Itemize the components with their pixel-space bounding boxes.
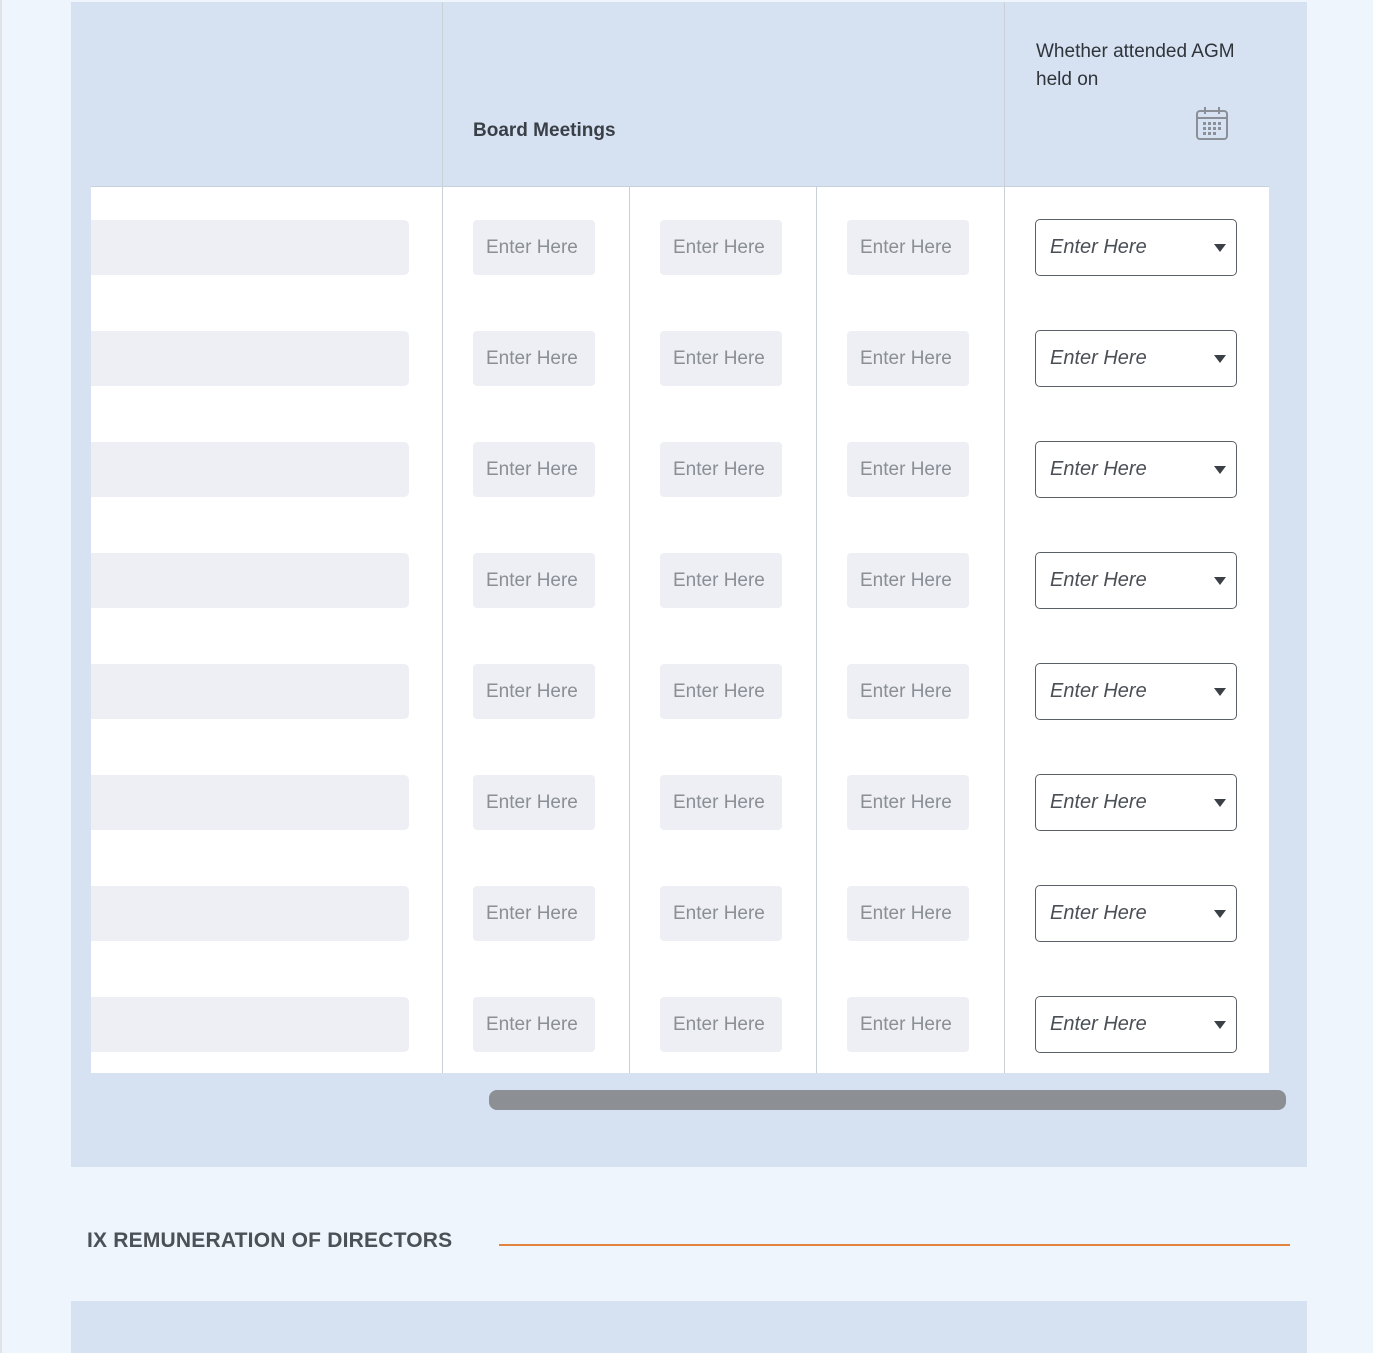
agm-attended-select[interactable]: Enter Here bbox=[1035, 996, 1237, 1053]
meeting-3-input[interactable]: Enter Here bbox=[847, 664, 969, 719]
section-divider bbox=[499, 1244, 1290, 1246]
director-name-input[interactable] bbox=[91, 664, 409, 719]
agm-attended-select[interactable]: Enter Here bbox=[1035, 552, 1237, 609]
caret-down-icon bbox=[1214, 1021, 1226, 1029]
agm-attended-select[interactable]: Enter Here bbox=[1035, 663, 1237, 720]
table-row: Enter Here Enter Here Enter Here Enter H… bbox=[91, 441, 1269, 500]
agm-select-value: Enter Here bbox=[1050, 1013, 1147, 1035]
table-row: Enter Here Enter Here Enter Here Enter H… bbox=[91, 330, 1269, 389]
meeting-2-input[interactable]: Enter Here bbox=[660, 331, 782, 386]
meeting-2-input[interactable]: Enter Here bbox=[660, 442, 782, 497]
director-name-input[interactable] bbox=[91, 331, 409, 386]
meeting-1-input[interactable]: Enter Here bbox=[473, 220, 595, 275]
table-body: Enter Here Enter Here Enter Here Enter H… bbox=[91, 187, 1269, 1073]
header-divider bbox=[1004, 2, 1005, 186]
meeting-3-input[interactable]: Enter Here bbox=[847, 331, 969, 386]
meeting-3-input[interactable]: Enter Here bbox=[847, 442, 969, 497]
agm-header: Whether attended AGM held on bbox=[1036, 41, 1235, 90]
director-name-input[interactable] bbox=[91, 775, 409, 830]
meeting-3-input[interactable]: Enter Here bbox=[847, 775, 969, 830]
caret-down-icon bbox=[1214, 244, 1226, 252]
director-name-input[interactable] bbox=[91, 220, 409, 275]
page-edge bbox=[0, 0, 2, 1353]
caret-down-icon bbox=[1214, 799, 1226, 807]
agm-select-value: Enter Here bbox=[1050, 236, 1147, 258]
caret-down-icon bbox=[1214, 355, 1226, 363]
table-row: Enter Here Enter Here Enter Here Enter H… bbox=[91, 996, 1269, 1055]
board-meetings-header: Board Meetings bbox=[473, 120, 616, 141]
meeting-1-input[interactable]: Enter Here bbox=[473, 331, 595, 386]
meeting-3-input[interactable]: Enter Here bbox=[847, 553, 969, 608]
caret-down-icon bbox=[1214, 466, 1226, 474]
attendance-panel: Board Meetings Whether attended AGM held… bbox=[71, 2, 1307, 1167]
table-row: Enter Here Enter Here Enter Here Enter H… bbox=[91, 219, 1269, 278]
header-divider bbox=[442, 2, 443, 186]
meeting-2-input[interactable]: Enter Here bbox=[660, 886, 782, 941]
remuneration-panel bbox=[71, 1301, 1307, 1353]
meeting-1-input[interactable]: Enter Here bbox=[473, 775, 595, 830]
director-name-input[interactable] bbox=[91, 553, 409, 608]
director-name-input[interactable] bbox=[91, 886, 409, 941]
meeting-3-input[interactable]: Enter Here bbox=[847, 220, 969, 275]
table-header: Board Meetings Whether attended AGM held… bbox=[91, 2, 1269, 187]
director-name-input[interactable] bbox=[91, 997, 409, 1052]
meeting-3-input[interactable]: Enter Here bbox=[847, 997, 969, 1052]
attendance-table: Board Meetings Whether attended AGM held… bbox=[91, 2, 1269, 1073]
calendar-icon[interactable] bbox=[1195, 106, 1229, 142]
caret-down-icon bbox=[1214, 577, 1226, 585]
meeting-2-input[interactable]: Enter Here bbox=[660, 553, 782, 608]
table-row: Enter Here Enter Here Enter Here Enter H… bbox=[91, 663, 1269, 722]
agm-attended-select[interactable]: Enter Here bbox=[1035, 774, 1237, 831]
meeting-2-input[interactable]: Enter Here bbox=[660, 664, 782, 719]
agm-select-value: Enter Here bbox=[1050, 680, 1147, 702]
agm-select-value: Enter Here bbox=[1050, 902, 1147, 924]
director-name-input[interactable] bbox=[91, 442, 409, 497]
agm-attended-select[interactable]: Enter Here bbox=[1035, 219, 1237, 276]
section-title: IX REMUNERATION OF DIRECTORS bbox=[87, 1229, 453, 1252]
meeting-1-input[interactable]: Enter Here bbox=[473, 553, 595, 608]
table-row: Enter Here Enter Here Enter Here Enter H… bbox=[91, 885, 1269, 944]
meeting-2-input[interactable]: Enter Here bbox=[660, 220, 782, 275]
agm-select-value: Enter Here bbox=[1050, 569, 1147, 591]
meeting-3-input[interactable]: Enter Here bbox=[847, 886, 969, 941]
horizontal-scrollbar[interactable] bbox=[489, 1090, 1286, 1110]
table-row: Enter Here Enter Here Enter Here Enter H… bbox=[91, 552, 1269, 611]
table-row: Enter Here Enter Here Enter Here Enter H… bbox=[91, 774, 1269, 833]
meeting-1-input[interactable]: Enter Here bbox=[473, 442, 595, 497]
agm-select-value: Enter Here bbox=[1050, 347, 1147, 369]
caret-down-icon bbox=[1214, 688, 1226, 696]
meeting-2-input[interactable]: Enter Here bbox=[660, 775, 782, 830]
agm-attended-select[interactable]: Enter Here bbox=[1035, 441, 1237, 498]
agm-attended-select[interactable]: Enter Here bbox=[1035, 330, 1237, 387]
agm-select-value: Enter Here bbox=[1050, 791, 1147, 813]
meeting-1-input[interactable]: Enter Here bbox=[473, 886, 595, 941]
meeting-2-input[interactable]: Enter Here bbox=[660, 997, 782, 1052]
meeting-1-input[interactable]: Enter Here bbox=[473, 664, 595, 719]
agm-select-value: Enter Here bbox=[1050, 458, 1147, 480]
caret-down-icon bbox=[1214, 910, 1226, 918]
meeting-1-input[interactable]: Enter Here bbox=[473, 997, 595, 1052]
agm-attended-select[interactable]: Enter Here bbox=[1035, 885, 1237, 942]
